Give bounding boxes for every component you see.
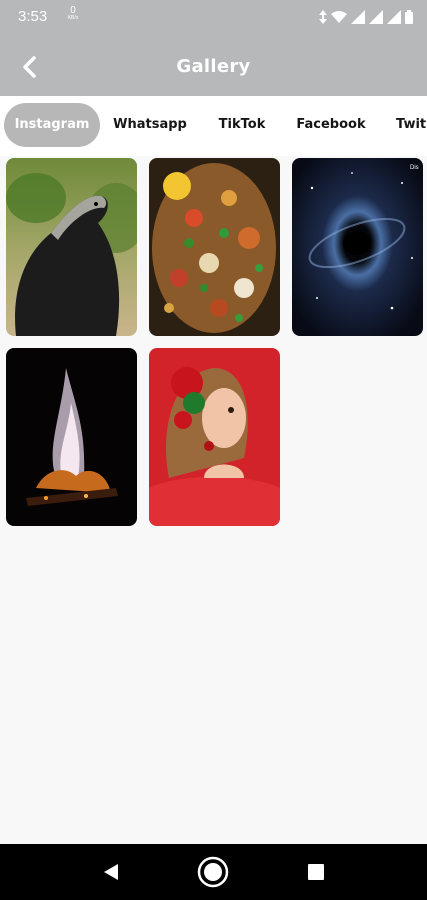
recents-square-icon xyxy=(308,864,324,880)
page-title: Gallery xyxy=(176,56,251,77)
home-circle-icon xyxy=(197,856,229,888)
signal-icon xyxy=(351,9,365,28)
tab-tiktok[interactable]: TikTok xyxy=(206,103,278,147)
gallery-image-black-hole[interactable]: Dis xyxy=(292,158,423,336)
wifi-icon xyxy=(331,9,347,28)
gallery-image-honey-badger[interactable] xyxy=(6,158,137,336)
navigation-bar xyxy=(0,844,427,900)
tab-whatsapp[interactable]: Whatsapp xyxy=(106,103,194,147)
app-bar: Gallery xyxy=(0,36,427,96)
gallery-image-woman-flowers[interactable] xyxy=(149,348,280,526)
data-rate-indicator: 0 KB/s xyxy=(62,6,84,22)
tab-facebook[interactable]: Facebook xyxy=(288,103,374,147)
status-icons xyxy=(319,9,413,28)
nav-home-button[interactable] xyxy=(197,856,229,888)
back-triangle-icon xyxy=(104,864,118,880)
gallery-image-vegetable-dish[interactable] xyxy=(149,158,280,336)
tab-twitter[interactable]: Twit xyxy=(388,103,427,147)
gallery-image-campfire[interactable] xyxy=(6,348,137,526)
data-rate-unit: KB/s xyxy=(67,15,79,21)
status-bar: 3:53 0 KB/s xyxy=(0,0,427,36)
nav-recents-button[interactable] xyxy=(300,856,332,888)
battery-icon xyxy=(405,9,413,28)
category-tabs: Instagram Whatsapp TikTok Facebook Twit xyxy=(0,96,427,156)
nav-back-button[interactable] xyxy=(95,856,127,888)
signal-icon xyxy=(387,9,401,28)
status-time: 3:53 xyxy=(18,8,48,25)
signal-icon xyxy=(369,9,383,28)
data-arrows-icon xyxy=(319,9,327,28)
image-corner-text: Dis xyxy=(410,165,419,171)
tab-instagram[interactable]: Instagram xyxy=(4,103,100,147)
